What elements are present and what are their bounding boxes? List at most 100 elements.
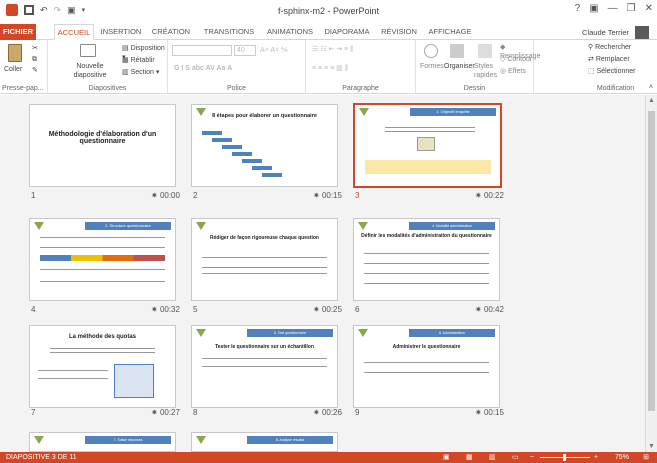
slide-thumbnail-3[interactable]: 1. Objectif enquête (353, 103, 502, 188)
tab-transitions[interactable]: TRANSITIONS (201, 24, 257, 40)
clipboard-group-label: Presse-pap... (2, 85, 44, 92)
ribbon-display-icon[interactable]: ▣ (589, 3, 598, 14)
copy-icon[interactable]: ⧉ (32, 55, 37, 64)
zoom-out-icon[interactable]: − (530, 452, 534, 463)
slide-timing: ✷ 00:27 (151, 408, 180, 417)
tab-animations[interactable]: ANIMATIONS (263, 24, 317, 40)
shapes-button[interactable]: Formes (420, 62, 444, 71)
tab-affichage[interactable]: AFFICHAGE (426, 24, 474, 40)
restore-button[interactable]: ❐ (627, 3, 636, 14)
close-button[interactable]: ✕ (645, 3, 653, 14)
slide-header: 6. Administration (409, 329, 495, 337)
list-buttons[interactable]: ☰ ☷ ⇤ ⇥ ≡ ⫼ (312, 45, 353, 54)
tab-accueil[interactable]: ACCUEIL (54, 24, 94, 40)
slide-thumbnail-9[interactable]: 6. Administration Administrer le questio… (353, 325, 500, 408)
slide-thumbnail-1[interactable]: Méthodologie d'élaboration d'un question… (29, 104, 176, 187)
slide-number: 3 (355, 191, 360, 200)
drawing-group-label: Dessin (463, 85, 486, 92)
select-button[interactable]: ⬚ Sélectionner (588, 67, 635, 76)
slide-timing-value: 00:25 (321, 305, 342, 314)
new-slide-button[interactable]: Nouvelle diapositive (72, 62, 108, 80)
new-slide-icon[interactable] (80, 44, 96, 57)
font-name-dropdown[interactable] (172, 45, 232, 56)
reset-button[interactable]: ▦ Rétablir (122, 56, 155, 65)
slide-sorter-icon[interactable]: ▦ (466, 452, 473, 463)
scroll-up-icon[interactable]: ▲ (648, 97, 655, 104)
zoom-slider-thumb[interactable] (563, 454, 566, 461)
slide-title: Rédiger de façon rigoureuse chaque quest… (210, 235, 319, 241)
normal-view-icon[interactable]: ▣ (443, 452, 450, 463)
fit-slide-icon[interactable]: ⊞ (643, 452, 649, 463)
select-label: Sélectionner (596, 68, 636, 75)
slide-thumbnail-8[interactable]: 5. Test questionnaire Tester le question… (191, 325, 338, 408)
reading-view-icon[interactable]: ▥ (489, 452, 496, 463)
zoom-level[interactable]: 75% (615, 452, 629, 463)
section-button[interactable]: ▥ Section ▾ (122, 68, 159, 77)
section-icon: ▥ (122, 69, 131, 76)
reset-label: Rétablir (130, 57, 155, 64)
logo-icon (196, 436, 206, 444)
quick-styles-button[interactable]: Styles rapides (474, 62, 498, 80)
editing-group: ⚲ Rechercher ⇄ Remplacer ⬚ Sélectionner … (534, 40, 657, 94)
collapse-ribbon-icon[interactable]: ˄ (649, 83, 653, 92)
slide-number: 4 (31, 305, 36, 314)
slide-timing: ✷ 00:42 (475, 305, 504, 314)
slide-header: 4. Modalité administration (409, 222, 495, 230)
vertical-scrollbar[interactable]: ▲ ▼ (645, 95, 657, 452)
tab-insertion[interactable]: INSERTION (99, 24, 143, 40)
logo-icon (34, 436, 44, 444)
logo-icon (358, 222, 368, 230)
replace-button[interactable]: ⇄ Remplacer (588, 55, 630, 64)
slide-number: 5 (193, 305, 198, 314)
help-button[interactable]: ? (575, 3, 581, 14)
slide-header: 1. Objectif enquête (410, 108, 496, 116)
slide-title: Administrer le questionnaire (392, 344, 461, 350)
shape-outline-button[interactable]: ◇ Contour (500, 55, 532, 64)
paste-button[interactable]: Coller (4, 65, 22, 74)
slide-thumbnail-6[interactable]: 4. Modalité administration Définir les m… (353, 218, 500, 301)
slide-thumbnail-5[interactable]: Rédiger de façon rigoureuse chaque quest… (191, 218, 338, 301)
arrange-button[interactable]: Organiser (444, 62, 475, 71)
slide-thumbnail-11[interactable]: 8. Analyse résultat (191, 432, 338, 452)
find-button[interactable]: ⚲ Rechercher (588, 43, 631, 52)
shapes-icon[interactable] (424, 44, 438, 58)
slideshow-icon[interactable]: ▭ (512, 452, 519, 463)
tab-fichier[interactable]: FICHIER (0, 24, 36, 40)
avatar[interactable] (635, 26, 649, 39)
align-buttons[interactable]: ≡ ≡ ≡ ≡ ▥ ⫼ (312, 64, 348, 73)
slide-thumbnail-7[interactable]: La méthode des quotas (29, 325, 176, 408)
font-size-dropdown[interactable]: 40 (234, 45, 256, 56)
zoom-in-icon[interactable]: + (594, 452, 598, 463)
slide-header: 7. Saisie réponses (85, 436, 171, 444)
scroll-down-icon[interactable]: ▼ (648, 443, 655, 450)
paste-icon[interactable] (8, 44, 22, 62)
slide-timing-value: 00:42 (483, 305, 504, 314)
user-name[interactable]: Claude Terrier (582, 28, 629, 37)
replace-icon: ⇄ (588, 56, 596, 63)
slide-timing: ✷ 00:26 (313, 408, 342, 417)
slide-header: 2. Structure questionnaire (85, 222, 171, 230)
select-icon: ⬚ (588, 68, 597, 75)
quick-styles-icon[interactable] (478, 44, 492, 58)
font-grow-shrink-icons[interactable]: A˄ A˅ ⅍ (260, 46, 288, 55)
slides-group: Nouvelle diapositive ▤ Disposition ▾ ▦ R… (48, 40, 168, 94)
shape-effects-button[interactable]: ◎ Effets (500, 67, 526, 76)
slide-thumbnail-4[interactable]: 2. Structure questionnaire (29, 218, 176, 301)
tab-diaporama[interactable]: DIAPORAMA (322, 24, 372, 40)
scroll-thumb[interactable] (648, 111, 655, 411)
slide-timing: ✷ 00:32 (151, 305, 180, 314)
logo-icon (196, 222, 206, 230)
arrange-icon[interactable] (450, 44, 464, 58)
font-style-buttons[interactable]: G I S abc AV Aa A (174, 64, 232, 73)
minimize-button[interactable]: — (608, 3, 618, 14)
slide-thumbnail-10[interactable]: 7. Saisie réponses (29, 432, 176, 452)
slide-thumbnail-2[interactable]: 8 étapes pour élaborer un questionnaire (191, 104, 338, 187)
slide-sorter-view: Méthodologie d'élaboration d'un question… (0, 95, 645, 452)
format-painter-icon[interactable]: ✎ (32, 66, 38, 75)
tab-revision[interactable]: RÉVISION (378, 24, 420, 40)
tab-creation[interactable]: CRÉATION (148, 24, 194, 40)
slide-title: Définir les modalités d'administration d… (361, 233, 492, 239)
slide-number: 9 (355, 408, 360, 417)
title-bar: ↶ ↷ ▣ ▾ f-sphinx-m2 - PowerPoint ? ▣ — ❐… (0, 0, 657, 24)
cut-icon[interactable]: ✂ (32, 44, 38, 53)
